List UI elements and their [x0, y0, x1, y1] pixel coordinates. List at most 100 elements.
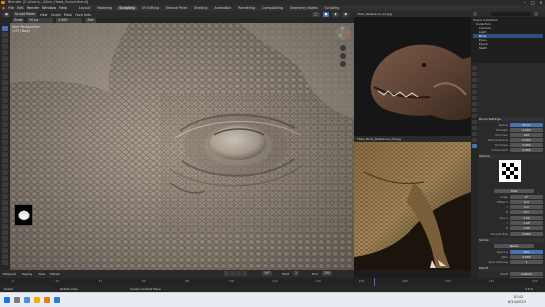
clay-icon[interactable]: [2, 38, 8, 43]
workspace-tab-animation[interactable]: Animation: [212, 6, 233, 10]
editor-type-button[interactable]: ▣: [3, 12, 11, 17]
line-project-icon[interactable]: [2, 212, 8, 217]
play-reverse-icon[interactable]: [230, 271, 235, 276]
flatten-icon[interactable]: [2, 86, 8, 91]
jump-end-icon[interactable]: [242, 271, 247, 276]
shading-rendered-button[interactable]: ◉: [342, 12, 349, 17]
particles-tab-icon[interactable]: [472, 114, 477, 118]
material-tab-icon[interactable]: [472, 138, 477, 142]
play-icon[interactable]: [236, 271, 241, 276]
view-layer-tab-icon[interactable]: [472, 84, 477, 88]
outliner-search-input[interactable]: [491, 12, 531, 16]
smooth-icon[interactable]: [2, 80, 8, 85]
data-tab-icon[interactable]: [472, 132, 477, 136]
workspace-tab-uv-editing[interactable]: UV Editing: [140, 6, 161, 10]
workspace-tab-modeling[interactable]: Modeling: [95, 6, 114, 10]
pose-icon[interactable]: [2, 140, 8, 145]
prop-offset-y[interactable]: Y0 m: [480, 205, 543, 209]
blob-icon[interactable]: [2, 68, 8, 73]
y-axis-icon[interactable]: [339, 34, 342, 37]
fill-icon[interactable]: [2, 92, 8, 97]
blender-menu-icon[interactable]: ◉: [2, 6, 5, 10]
start-button-icon[interactable]: [4, 297, 10, 303]
multiplane-scrape-icon[interactable]: [2, 104, 8, 109]
mask-icon[interactable]: [2, 182, 8, 187]
prop-autosmooth[interactable]: Autosmooth 0.000: [480, 148, 543, 152]
prop-radius[interactable]: Radius 50 px: [480, 123, 543, 127]
menu-edit[interactable]: Edit: [17, 6, 24, 10]
menu-help[interactable]: Help: [59, 6, 67, 10]
prop-sample-bias[interactable]: Sample Bias 0.000: [480, 232, 543, 236]
task-view-icon[interactable]: [24, 297, 30, 303]
outliner-row-teeth[interactable]: Teeth: [473, 46, 543, 50]
3d-viewport[interactable]: User Perspective (197) Body: [10, 23, 354, 270]
boundary-icon[interactable]: [2, 164, 8, 169]
taskbar-clock[interactable]: 10:42: [513, 295, 523, 299]
mesh-filter-icon[interactable]: [2, 218, 8, 223]
crease-icon[interactable]: [2, 74, 8, 79]
prop-mapping[interactable]: Tiled: [480, 189, 543, 193]
move-icon[interactable]: [2, 248, 8, 253]
grab-icon[interactable]: [2, 116, 8, 121]
navigation-gizmo[interactable]: [336, 26, 350, 40]
browser-icon[interactable]: [54, 297, 60, 303]
box-trim-icon[interactable]: [2, 206, 8, 211]
prop-offset-z[interactable]: Z0 m: [480, 210, 543, 214]
timeline-ruler[interactable]: 0 20 40 60 80 100 120 140 160 180 200 220 240: [0, 278, 545, 286]
prop-strength[interactable]: Strength 0.500: [480, 128, 543, 132]
zoom-icon[interactable]: [340, 45, 346, 51]
simplify-icon[interactable]: [2, 176, 8, 181]
taskbar-date[interactable]: 6/14/2023: [508, 300, 526, 304]
timeline-keying-menu[interactable]: Keying: [22, 271, 32, 277]
camera-view-icon[interactable]: [340, 61, 346, 67]
output-tab-icon[interactable]: [472, 78, 477, 82]
cloth-filter-icon[interactable]: [2, 224, 8, 229]
file-explorer-icon[interactable]: [34, 297, 40, 303]
menu-render[interactable]: Render: [27, 6, 39, 10]
workspace-tab-sculpting[interactable]: Sculpting: [117, 6, 137, 10]
edit-face-set-icon[interactable]: [2, 236, 8, 241]
scrape-icon[interactable]: [2, 98, 8, 103]
prop-stroke-method[interactable]: Space: [480, 244, 543, 248]
prop-direction[interactable]: Direction Add: [480, 133, 543, 137]
prop-offset-x[interactable]: Offset X0 m: [480, 200, 543, 204]
workspace-tab-compositing[interactable]: Compositing: [260, 6, 285, 10]
rotate-icon[interactable]: [2, 152, 8, 157]
pan-hand-icon[interactable]: [340, 53, 346, 59]
snake-hook-icon[interactable]: [2, 128, 8, 133]
prop-normal-radius[interactable]: Normal Radius 0.500: [480, 138, 543, 142]
nudge-icon[interactable]: [2, 146, 8, 151]
shading-wire-button[interactable]: ◯: [312, 12, 320, 17]
search-icon[interactable]: [14, 297, 20, 303]
clay-thumb-icon[interactable]: [2, 50, 8, 55]
prop-size-y[interactable]: Y 1.00: [480, 221, 543, 225]
shading-solid-button[interactable]: ●: [322, 12, 330, 17]
workspace-tab-shading[interactable]: Shading: [192, 6, 209, 10]
prop-hardness[interactable]: Hardness 0.000: [480, 143, 543, 147]
draw-sharp-icon[interactable]: [2, 32, 8, 37]
scale-tool-icon[interactable]: [2, 260, 8, 265]
tool-tab-icon[interactable]: [472, 66, 477, 70]
reference-image-bottom[interactable]: [354, 142, 471, 270]
cloth-icon[interactable]: [2, 170, 8, 175]
menu-window[interactable]: Window: [42, 6, 56, 10]
timeline-marker-menu[interactable]: Marker: [50, 271, 60, 277]
section-texture[interactable]: Texture: [479, 154, 544, 159]
constraints-tab-icon[interactable]: [472, 126, 477, 130]
prop-falloff[interactable]: Falloff Custom: [480, 272, 543, 276]
workspace-tab-geometry-nodes[interactable]: Geometry Nodes: [288, 6, 320, 10]
prop-input-samples[interactable]: Input Samples 1: [480, 260, 543, 264]
layer-icon[interactable]: [2, 56, 8, 61]
pinch-icon[interactable]: [2, 110, 8, 115]
blender-taskbar-icon[interactable]: [44, 297, 50, 303]
box-mask-icon[interactable]: [2, 194, 8, 199]
menu-face-sets[interactable]: Face Sets: [75, 13, 91, 17]
clay-strips-icon[interactable]: [2, 44, 8, 49]
render-tab-icon[interactable]: [472, 72, 477, 76]
menu-view[interactable]: View: [40, 13, 48, 17]
prop-angle[interactable]: Angle 0°: [480, 195, 543, 199]
menu-file[interactable]: File: [8, 6, 14, 10]
menu-mask[interactable]: Mask: [64, 13, 73, 17]
scene-tab-icon[interactable]: [472, 90, 477, 94]
mask-by-color-icon[interactable]: [2, 242, 8, 247]
